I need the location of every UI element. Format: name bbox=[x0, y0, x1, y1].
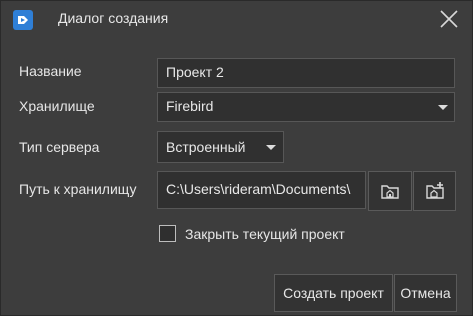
path-input[interactable]: C:\Users\rideram\Documents\ bbox=[157, 171, 366, 209]
folder-home-icon bbox=[381, 185, 399, 199]
window-title: Диалог создания bbox=[58, 10, 169, 26]
storage-label: Хранилище bbox=[19, 98, 95, 114]
path-input-value: C:\Users\rideram\Documents\ bbox=[166, 181, 351, 197]
new-folder-button[interactable] bbox=[413, 171, 456, 211]
name-label: Название bbox=[19, 63, 82, 79]
close-current-checkbox[interactable] bbox=[159, 225, 176, 242]
title-bar: Диалог создания bbox=[1, 1, 472, 37]
chevron-down-icon bbox=[266, 145, 276, 150]
close-current-label: Закрыть текущий проект bbox=[185, 226, 345, 242]
name-input[interactable]: Проект 2 bbox=[157, 58, 455, 88]
folder-new-icon bbox=[426, 182, 444, 199]
server-type-select-value: Встроенный bbox=[166, 139, 246, 155]
browse-folder-button[interactable] bbox=[368, 171, 412, 211]
create-dialog: Диалог создания Название Проект 2 Хранил… bbox=[0, 0, 473, 316]
cancel-button[interactable]: Отмена bbox=[394, 274, 457, 312]
path-label: Путь к хранилищу bbox=[19, 181, 137, 197]
server-type-label: Тип сервера bbox=[19, 139, 100, 155]
server-type-select[interactable]: Встроенный bbox=[157, 131, 284, 163]
storage-select-value: Firebird bbox=[166, 98, 214, 114]
storage-select[interactable]: Firebird bbox=[157, 92, 455, 122]
create-project-button[interactable]: Создать проект bbox=[274, 274, 393, 312]
close-icon[interactable] bbox=[437, 7, 461, 31]
name-input-value: Проект 2 bbox=[166, 64, 224, 80]
app-logo-icon bbox=[13, 10, 33, 30]
chevron-down-icon bbox=[438, 105, 448, 110]
